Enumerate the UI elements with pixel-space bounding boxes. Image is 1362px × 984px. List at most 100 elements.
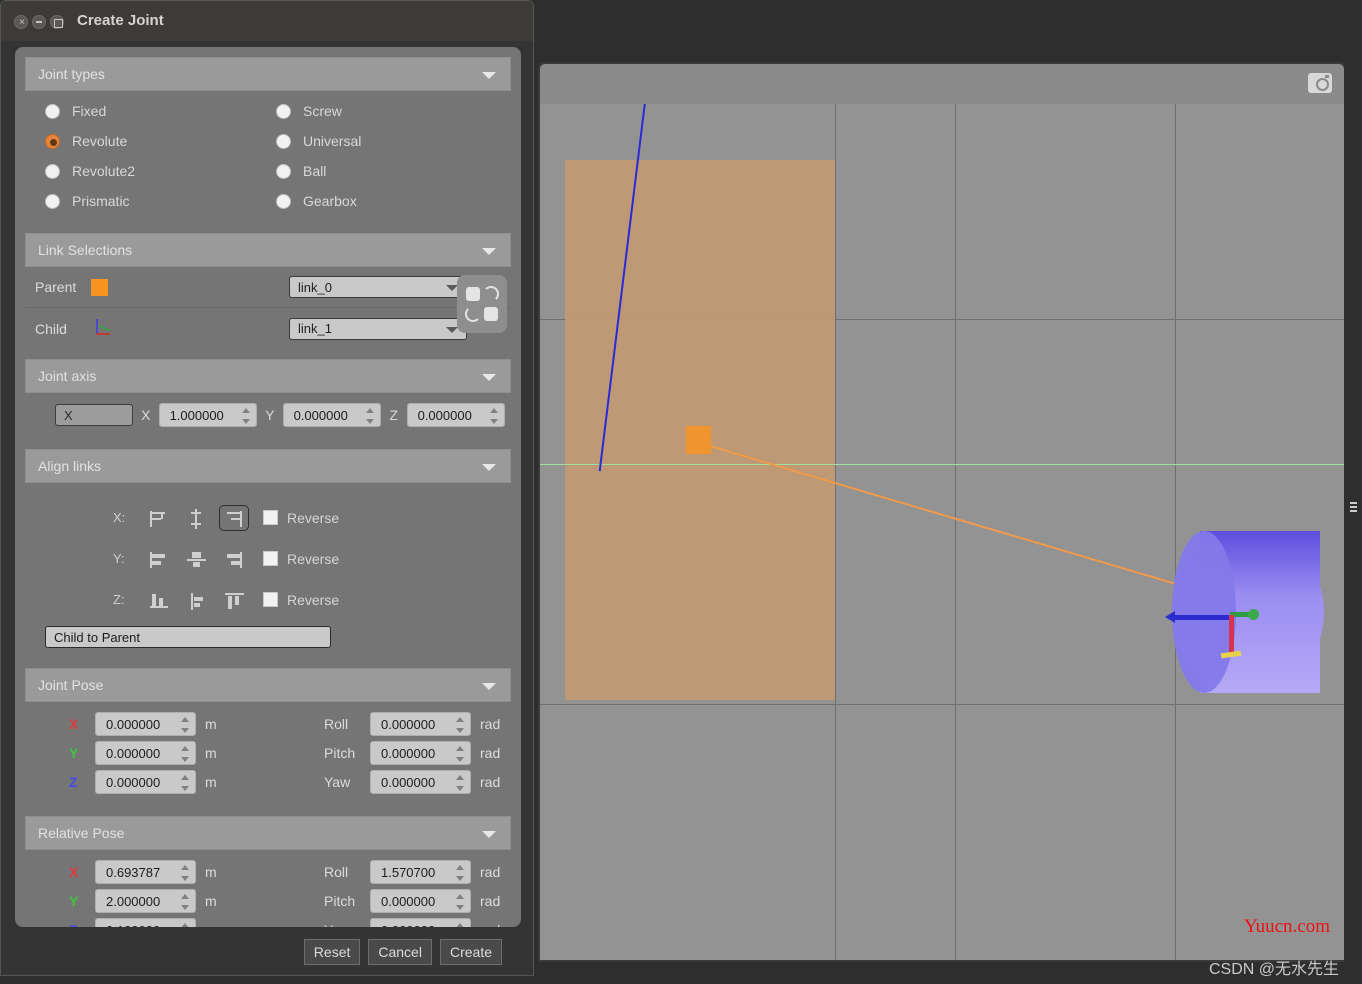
grid-line-vertical [955, 104, 956, 960]
joint-pose-y-input[interactable]: 0.000000 [95, 741, 196, 765]
radio-universal[interactable]: Universal [276, 133, 507, 149]
joint-types-grid: Fixed Screw Revolute Universal Revolute2 [25, 91, 511, 223]
stepper-arrows-icon[interactable] [456, 864, 465, 882]
stepper-arrows-icon[interactable] [490, 407, 499, 425]
joint-pose-yaw-input[interactable]: 0.000000 [370, 770, 471, 794]
dialog-titlebar[interactable]: × Create Joint [1, 1, 533, 41]
stepper-arrows-icon[interactable] [456, 716, 465, 734]
stepper-arrows-icon[interactable] [366, 407, 375, 425]
stepper-arrows-icon[interactable] [456, 893, 465, 911]
swap-links-button[interactable] [457, 275, 507, 333]
gizmo-axis-x-arrow[interactable] [1165, 611, 1230, 623]
close-icon[interactable]: × [14, 15, 28, 29]
stepper-arrows-icon[interactable] [181, 774, 190, 792]
grid-line-vertical [1175, 104, 1176, 960]
stepper-arrows-icon[interactable] [181, 864, 190, 882]
swap-arrow-b [465, 306, 481, 322]
radio-indicator [276, 133, 291, 149]
align-y-min-button[interactable] [143, 546, 173, 572]
relative-pose-roll-input[interactable]: 1.570700 [370, 860, 471, 884]
align-x-center-button[interactable] [181, 505, 211, 531]
gizmo-axis-z-bar[interactable] [1229, 615, 1234, 655]
align-z-max-button[interactable] [219, 587, 249, 613]
axis-preset-dropdown[interactable]: X [55, 404, 133, 426]
joint-pose-x-input[interactable]: 0.000000 [95, 712, 196, 736]
align-z-center-button[interactable] [181, 587, 211, 613]
maximize-icon[interactable] [50, 15, 64, 29]
axis-x-input[interactable]: 1.000000 [158, 403, 257, 427]
relative-pose-pitch-input[interactable]: 0.000000 [370, 889, 471, 913]
stepper-arrows-icon[interactable] [456, 774, 465, 792]
joint-pose-y-unit: m [205, 745, 217, 761]
align-y-center-button[interactable] [181, 546, 211, 572]
relative-pose-y-input[interactable]: 2.000000 [95, 889, 196, 913]
stepper-arrows-icon[interactable] [181, 922, 190, 927]
relative-pose-z-input[interactable]: 0.100000 [95, 918, 196, 927]
section-header-joint-pose[interactable]: Joint Pose [25, 668, 511, 702]
joint-axis-row: X X 1.000000 Y 0.000000 Z 0.000000 [25, 393, 511, 439]
section-header-align-links[interactable]: Align links [25, 449, 511, 483]
align-z-min-button[interactable] [143, 587, 173, 613]
section-header-relative-pose[interactable]: Relative Pose [25, 816, 511, 850]
stepper-arrows-icon[interactable] [456, 745, 465, 763]
radio-ball[interactable]: Ball [276, 163, 507, 179]
stepper-arrows-icon[interactable] [456, 922, 465, 927]
relative-pose-roll-label: Roll [324, 864, 349, 880]
relative-pose-roll-value: 1.570700 [381, 864, 436, 880]
axis-z-input[interactable]: 0.000000 [406, 403, 506, 427]
cancel-button[interactable]: Cancel [368, 939, 432, 965]
create-button[interactable]: Create [439, 939, 502, 965]
viewport-toolbar[interactable] [540, 64, 1344, 104]
relative-pose-x-input[interactable]: 0.693787 [95, 860, 196, 884]
axis-y-input[interactable]: 0.000000 [282, 403, 381, 427]
parent-link-value: link_0 [298, 279, 332, 295]
joint-pose-axis-z: Z [69, 774, 78, 790]
radio-screw[interactable]: Screw [276, 103, 507, 119]
radio-gearbox[interactable]: Gearbox [276, 193, 507, 209]
radio-fixed[interactable]: Fixed [45, 103, 276, 119]
radio-revolute2[interactable]: Revolute2 [45, 163, 276, 179]
reset-button[interactable]: Reset [303, 939, 361, 965]
joint-pose-pitch-input[interactable]: 0.000000 [370, 741, 471, 765]
joint-origin-marker[interactable] [686, 426, 711, 454]
align-y-max-button[interactable] [219, 546, 249, 572]
stepper-arrows-icon[interactable] [181, 716, 190, 734]
joint-pose-z-input[interactable]: 0.000000 [95, 770, 196, 794]
relative-pose-y-value: 2.000000 [106, 893, 161, 909]
joint-pose-roll-label: Roll [324, 716, 349, 732]
stepper-arrows-icon[interactable] [241, 407, 251, 425]
relative-pose-pitch-unit: rad [480, 893, 501, 909]
3d-scene[interactable] [540, 104, 1344, 960]
relative-pose-yaw-input[interactable]: 0.000000 [370, 918, 471, 927]
align-z-reverse-checkbox[interactable] [263, 592, 278, 607]
align-x-max-button[interactable] [219, 504, 249, 531]
axis-y-label: Y [265, 407, 275, 423]
align-x-reverse-checkbox[interactable] [263, 510, 278, 525]
joint-pose-grid: X 0.000000 m Roll 0.000000 rad Y 0.00000… [25, 702, 511, 806]
minimize-icon[interactable] [32, 15, 46, 29]
dialog-footer: Reset Cancel Create [1, 939, 535, 965]
align-y-reverse-checkbox[interactable] [263, 551, 278, 566]
stepper-arrows-icon[interactable] [181, 893, 190, 911]
child-link-dropdown[interactable]: link_1 [289, 317, 467, 340]
parent-link-dropdown[interactable]: link_0 [289, 276, 467, 298]
section-header-link-selections[interactable]: Link Selections [25, 233, 511, 267]
joint-pose-y-value: 0.000000 [106, 745, 161, 761]
panel-resize-grip[interactable] [1350, 502, 1357, 514]
joint-pose-roll-input[interactable]: 0.000000 [370, 712, 471, 736]
camera-icon[interactable] [1308, 73, 1332, 93]
chevron-down-icon [482, 831, 496, 838]
section-header-joint-types[interactable]: Joint types [25, 57, 511, 91]
swap-square-b [484, 307, 498, 321]
align-links-body: X: Reverse Y: Reverse Z: Reverse Child t… [25, 483, 511, 658]
radio-prismatic[interactable]: Prismatic [45, 193, 276, 209]
section-header-joint-axis[interactable]: Joint axis [25, 359, 511, 393]
radio-revolute[interactable]: Revolute [45, 133, 276, 149]
stepper-arrows-icon[interactable] [181, 745, 190, 763]
joint-pose-yaw-unit: rad [480, 774, 501, 790]
align-mode-dropdown[interactable]: Child to Parent [45, 626, 331, 648]
joint-pose-pitch-value: 0.000000 [381, 745, 436, 761]
align-x-min-button[interactable] [143, 505, 173, 531]
radio-indicator [276, 163, 291, 179]
chevron-down-icon [482, 248, 496, 255]
